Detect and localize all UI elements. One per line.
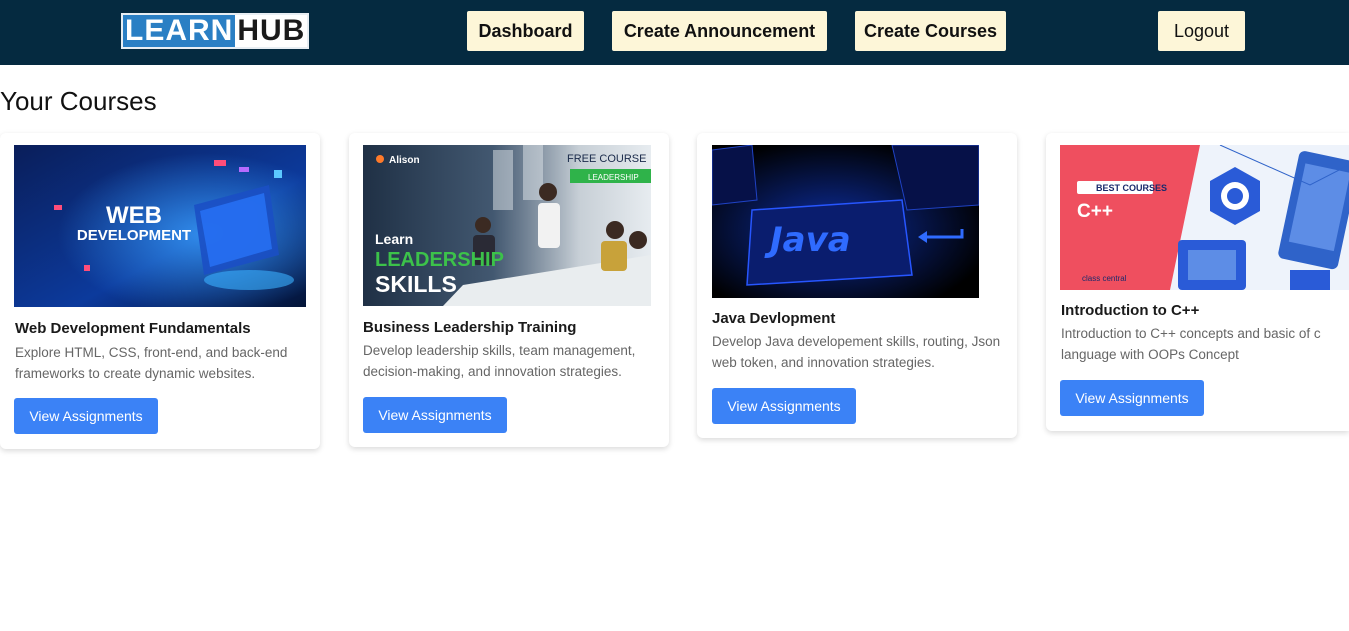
course-card-java: Java Java Devlopment Develop Java develo… [697, 133, 1017, 438]
course-image-business-leadership: Alison FREE COURSE LEADERSHIP Learn LEAD… [363, 145, 651, 306]
course-image-java: Java [712, 145, 979, 298]
course-card-business-leadership: Alison FREE COURSE LEADERSHIP Learn LEAD… [349, 133, 669, 447]
create-courses-button[interactable]: Create Courses [855, 11, 1006, 51]
learnhub-logo[interactable]: LEARN HUB [121, 13, 310, 49]
image-text-web: WEB [106, 202, 162, 229]
logout-button[interactable]: Logout [1158, 11, 1245, 51]
create-announcement-button[interactable]: Create Announcement [612, 11, 827, 51]
logo-hub-text: HUB [235, 14, 308, 47]
view-assignments-button[interactable]: View Assignments [1060, 380, 1204, 416]
image-text-leadership: LEADERSHIP [375, 249, 504, 271]
image-text-skills: SKILLS [375, 271, 457, 297]
image-text-cpp: C++ [1077, 201, 1113, 222]
course-description: Develop leadership skills, team manageme… [363, 343, 636, 379]
logo-learn-text: LEARN [123, 14, 236, 47]
view-assignments-button[interactable]: View Assignments [712, 388, 856, 424]
course-title: Web Development Fundamentals [15, 320, 251, 337]
image-text-java: Java [764, 220, 851, 260]
image-text-alison: Alison [389, 155, 420, 166]
image-text-best-courses: BEST COURSES [1096, 183, 1167, 193]
dashboard-button[interactable]: Dashboard [467, 11, 584, 51]
page-title: Your Courses [0, 86, 157, 116]
view-assignments-button[interactable]: View Assignments [14, 398, 158, 434]
image-text-learn: Learn [375, 231, 413, 247]
top-navbar: LEARN HUB Dashboard Create Announcement … [0, 0, 1349, 65]
course-card-cpp: BEST COURSES C++ class central Introduct… [1046, 133, 1349, 431]
image-text-class-central: class central [1082, 274, 1127, 283]
image-text-development: DEVELOPMENT [77, 227, 191, 244]
course-title: Business Leadership Training [363, 319, 577, 336]
course-title: Introduction to C++ [1061, 302, 1200, 319]
image-text-leadership-tag: LEADERSHIP [588, 173, 639, 182]
view-assignments-button[interactable]: View Assignments [363, 397, 507, 433]
course-description: Explore HTML, CSS, front-end, and back-e… [15, 345, 288, 381]
course-image-web-development: WEB DEVELOPMENT [14, 145, 306, 307]
course-title: Java Devlopment [712, 310, 836, 327]
image-text-free-course: FREE COURSE [567, 153, 646, 165]
course-description: Develop Java developement skills, routin… [712, 334, 1001, 370]
course-description: Introduction to C++ concepts and basic o… [1061, 326, 1321, 362]
course-image-cpp: BEST COURSES C++ class central [1060, 145, 1349, 290]
course-card-web-development: WEB DEVELOPMENT Web Development Fundamen… [0, 133, 320, 449]
